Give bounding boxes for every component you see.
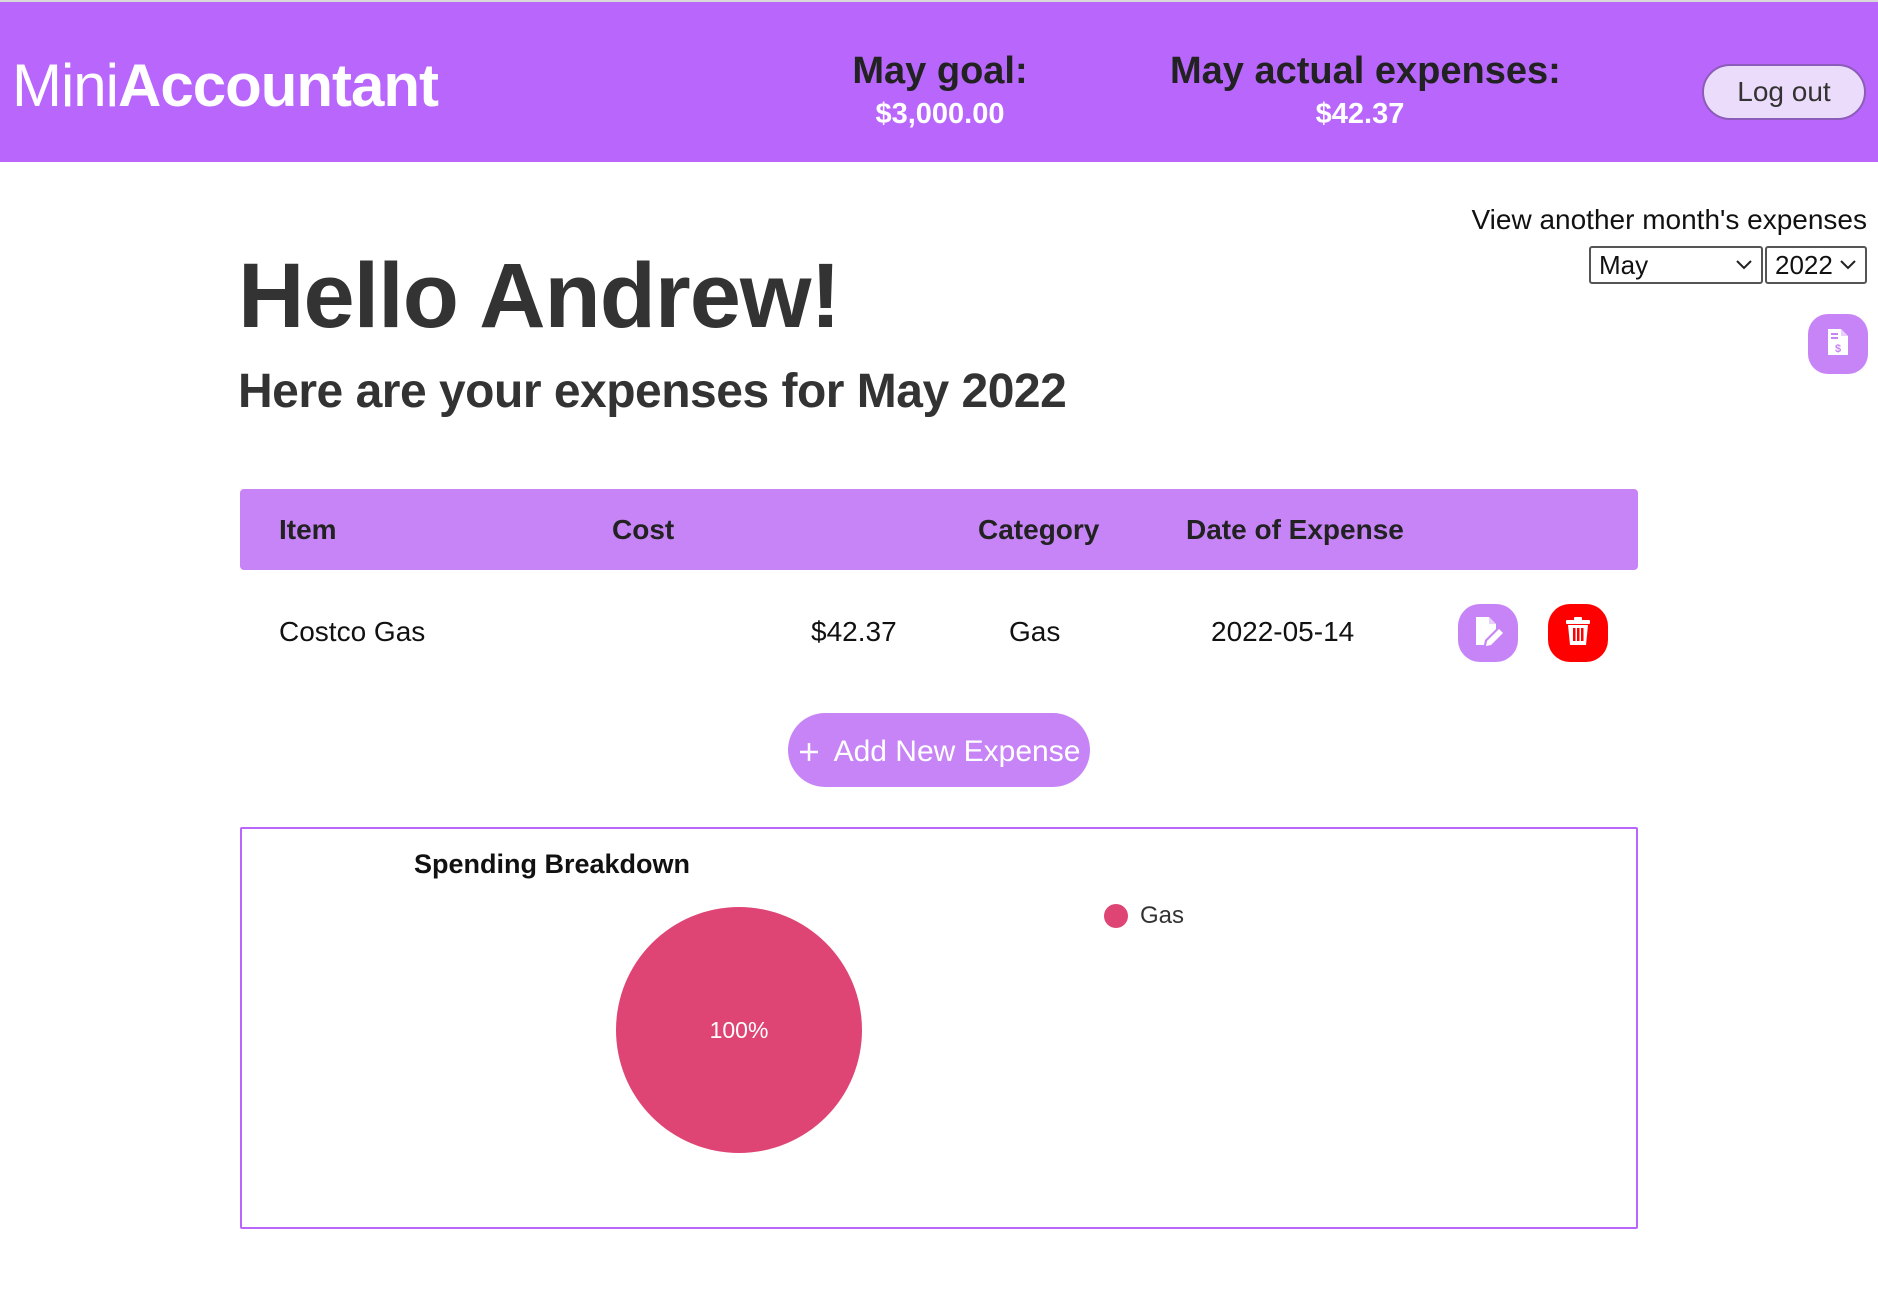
- pie-slice-label: 100%: [710, 1017, 769, 1043]
- expense-date: 2022-05-14: [1211, 616, 1355, 647]
- column-header-date: Date of Expense: [1186, 514, 1404, 545]
- month-select[interactable]: May: [1589, 246, 1763, 284]
- column-header-item: Item: [279, 514, 337, 545]
- actual-expenses-value: $42.37: [1315, 98, 1405, 130]
- logout-button[interactable]: Log out: [1702, 64, 1866, 120]
- monthly-goal: May goal: $3,000.00: [840, 48, 1040, 134]
- top-navbar: MiniAccountant May goal: $3,000.00 May a…: [0, 0, 1878, 162]
- month-select-value: May: [1599, 250, 1649, 280]
- year-select-value: 2022: [1775, 250, 1833, 280]
- expense-category: Gas: [1009, 616, 1061, 647]
- add-expense-label: Add New Expense: [833, 735, 1081, 768]
- expense-cost: $42.37: [811, 616, 897, 647]
- expenses-table-header: Item Cost Category Date of Expense: [240, 489, 1638, 570]
- goal-value: $3,000.00: [875, 98, 1005, 130]
- trash-icon: [1564, 616, 1592, 651]
- legend-label: Gas: [1140, 902, 1185, 929]
- chevron-down-icon: [1839, 248, 1857, 293]
- legend-swatch: [1104, 904, 1128, 928]
- column-header-cost: Cost: [612, 514, 675, 545]
- month-picker-label: View another month's expenses: [1471, 204, 1867, 235]
- chevron-down-icon: [1735, 248, 1753, 293]
- svg-text:$: $: [1835, 343, 1841, 355]
- spending-breakdown-chart: Spending Breakdown 100% Gas: [240, 827, 1638, 1229]
- brand-light-text: Mini: [12, 52, 119, 119]
- chart-legend: Gas: [1104, 902, 1184, 930]
- year-select[interactable]: 2022: [1765, 246, 1867, 284]
- pie-chart: 100%: [616, 907, 862, 1153]
- file-invoice-dollar-icon: $: [1826, 327, 1850, 362]
- column-header-category: Category: [978, 514, 1100, 545]
- edit-expense-button[interactable]: [1458, 604, 1518, 662]
- add-expense-button[interactable]: Add New Expense: [788, 713, 1090, 787]
- legend-item[interactable]: Gas: [1104, 902, 1184, 930]
- expense-report-button[interactable]: $: [1808, 314, 1868, 374]
- expense-item: Costco Gas: [279, 616, 426, 647]
- file-edit-icon: [1471, 614, 1505, 653]
- table-row: Costco Gas $42.37 Gas 2022-05-14: [240, 590, 1638, 674]
- app-logo[interactable]: MiniAccountant: [12, 50, 439, 122]
- goal-label: May goal:: [852, 50, 1028, 92]
- delete-expense-button[interactable]: [1548, 604, 1608, 662]
- plus-icon: [798, 713, 820, 787]
- monthly-actual-expenses: May actual expenses: $42.37: [1170, 48, 1561, 134]
- brand-bold-text: Accountant: [118, 52, 439, 119]
- actual-expenses-label: May actual expenses:: [1170, 50, 1561, 92]
- greeting-subtitle: Here are your expenses for May 2022: [238, 365, 1067, 418]
- greeting-title: Hello Andrew!: [238, 245, 841, 347]
